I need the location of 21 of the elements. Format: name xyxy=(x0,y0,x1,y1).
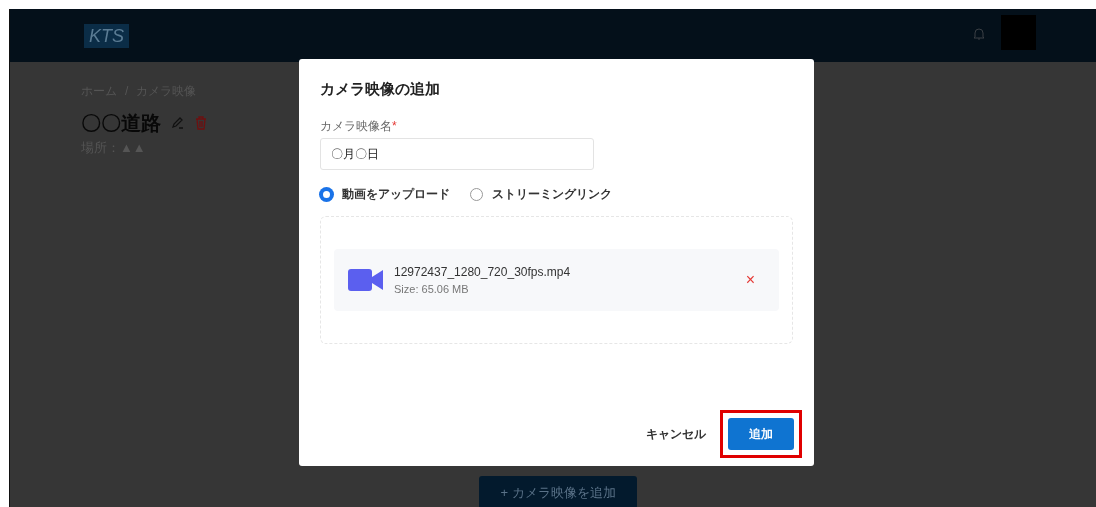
radio-label[interactable]: 動画をアップロード xyxy=(342,185,450,203)
avatar[interactable] xyxy=(1001,15,1036,50)
radio-button[interactable] xyxy=(470,187,483,201)
trash-icon[interactable] xyxy=(195,116,207,130)
breadcrumb-separator: / xyxy=(125,83,129,100)
video-camera-icon xyxy=(348,269,383,291)
cancel-button[interactable]: キャンセル xyxy=(642,418,710,450)
add-button[interactable]: 追加 xyxy=(728,418,794,450)
bell-icon[interactable] xyxy=(973,27,985,41)
name-input[interactable]: 〇月〇日 xyxy=(320,138,594,170)
remove-button[interactable]: × xyxy=(745,272,755,288)
radio-button[interactable] xyxy=(320,187,333,201)
required-mark: * xyxy=(392,119,397,133)
file-size: Size: 65.06 MB xyxy=(394,281,470,297)
logo[interactable]: KTS xyxy=(84,23,129,48)
file-name: 12972437_1280_720_30fps.mp4 xyxy=(394,263,572,281)
add-camera-button[interactable]: + カメラ映像を追加 xyxy=(479,476,637,507)
radio-label[interactable]: ストリーミングリンク xyxy=(492,185,612,203)
dialog-title: カメラ映像の追加 xyxy=(320,79,441,99)
field-label: カメラ映像名 xyxy=(320,119,392,133)
edit-icon[interactable] xyxy=(171,116,185,130)
